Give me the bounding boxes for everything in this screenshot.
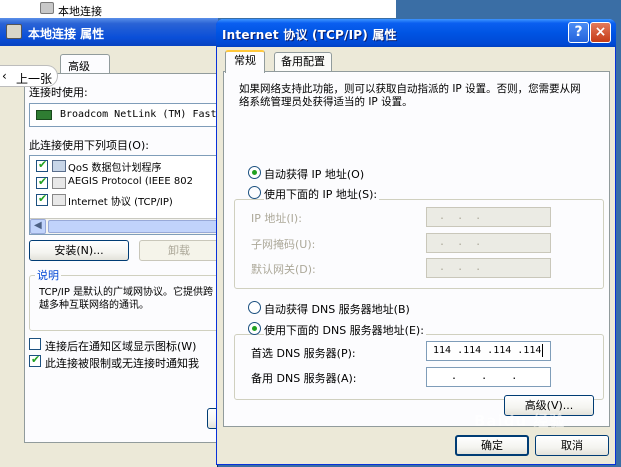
scroll-thumb[interactable] (48, 220, 218, 233)
items-label: 此连接使用下列项目(O): (29, 139, 149, 152)
tcpip-checkbox[interactable] (36, 192, 48, 206)
tab-advanced-label: 高级 (68, 60, 90, 73)
list-item-label: QoS 数据包计划程序 (68, 163, 162, 174)
aegis-checkbox[interactable] (36, 175, 48, 189)
list-item[interactable]: Internet 协议 (TCP/IP) (30, 192, 216, 208)
horizontal-scrollbar[interactable]: ◀ (30, 218, 218, 234)
adapter-chip-icon (36, 110, 52, 120)
network-adapter-icon (6, 24, 22, 39)
bg-general-panel: 连接时使用: Broadcom NetLink (TM) Fast 此连接使用下… (24, 73, 237, 443)
qos-icon (52, 160, 66, 172)
adapter-name: Broadcom NetLink (TM) Fast (60, 109, 217, 120)
auto-dns-label: 自动获得 DNS 服务器地址(B) (264, 303, 410, 316)
baidu-watermark: Baidu 经验 (474, 412, 566, 430)
dialog-title: Internet 协议 (TCP/IP) 属性 (222, 28, 397, 42)
chevron-left-icon: ‹ (2, 69, 7, 83)
ip-address-field[interactable]: . . . (426, 207, 551, 227)
description-title: 说明 (35, 267, 61, 283)
protocol-icon (52, 194, 66, 206)
default-gateway-label: 默认网关(D): (251, 263, 316, 276)
back-button-label: 上一张 (16, 72, 53, 86)
alternate-dns-field[interactable]: . . . (426, 367, 551, 387)
network-connection-icon (40, 2, 54, 14)
text-caret (542, 343, 544, 357)
tab-advanced[interactable]: 高级 (60, 54, 110, 74)
back-button[interactable]: ‹ 上一张 (0, 65, 58, 87)
tab-alternate-config[interactable]: 备用配置 (274, 52, 332, 72)
auto-ip-label: 自动获得 IP 地址(O) (264, 168, 365, 181)
explorer-strip: 本地连接 (0, 0, 396, 18)
list-item-label: Internet 协议 (TCP/IP) (68, 197, 173, 208)
ok-button[interactable]: 确定 (455, 435, 529, 456)
bg-window-titlebar[interactable]: 本地连接 属性 (0, 18, 218, 46)
show-icon-label: 连接后在通知区域显示图标(W) (45, 340, 197, 353)
manual-ip-label: 使用下面的 IP 地址(S): (264, 186, 380, 202)
scroll-left-button[interactable]: ◀ (30, 219, 46, 234)
alternate-dns-label: 备用 DNS 服务器(A): (251, 372, 357, 385)
adapter-box: Broadcom NetLink (TM) Fast (29, 103, 219, 127)
qos-checkbox[interactable] (36, 158, 48, 172)
tcpip-properties-dialog: Internet 协议 (TCP/IP) 属性 ? × 常规 备用配置 如果网络… (216, 19, 616, 465)
protocol-icon (52, 177, 66, 189)
default-gateway-field[interactable]: . . . (426, 258, 551, 278)
subnet-mask-label: 子网掩码(U): (251, 238, 316, 251)
ip-address-label: IP 地址(I): (251, 212, 302, 225)
bg-window-title: 本地连接 属性 (28, 27, 105, 41)
intro-text: 如果网络支持此功能，则可以获取自动指派的 IP 设置。否则，您需要从网络系统管理… (239, 83, 581, 108)
uninstall-button[interactable]: 卸载 (139, 240, 219, 261)
components-list[interactable]: QoS 数据包计划程序 AEGIS Protocol (IEEE 802 Int… (29, 155, 219, 235)
help-button[interactable]: ? (568, 22, 589, 43)
local-connection-item[interactable]: 本地连接 (58, 3, 102, 19)
auto-ip-radio[interactable] (248, 166, 261, 179)
list-item-label: AEGIS Protocol (IEEE 802 (68, 176, 193, 187)
install-button[interactable]: 安装(N)... (29, 240, 129, 261)
tab-general[interactable]: 常规 (225, 50, 265, 73)
general-panel: 如果网络支持此功能，则可以获取自动指派的 IP 设置。否则，您需要从网络系统管理… (223, 71, 610, 427)
manual-ip-radio[interactable] (248, 186, 261, 199)
list-item[interactable]: AEGIS Protocol (IEEE 802 (30, 175, 216, 191)
manual-dns-radio[interactable] (248, 322, 261, 335)
preferred-dns-value: 114 .114 .114 .114 (433, 345, 542, 356)
chevron-left-icon: ◀ (34, 220, 42, 231)
local-connection-properties-window: 本地连接 属性 高级 连接时使用: Broadcom NetLink (TM) … (0, 18, 237, 467)
manual-dns-label: 使用下面的 DNS 服务器地址(E): (264, 322, 426, 338)
dialog-titlebar[interactable]: Internet 协议 (TCP/IP) 属性 ? × (216, 19, 616, 47)
subnet-mask-field[interactable]: . . . (426, 233, 551, 253)
preferred-dns-field[interactable]: 114 .114 .114 .114 (426, 341, 551, 361)
notify-checkbox[interactable] (29, 353, 41, 367)
auto-dns-radio[interactable] (248, 301, 261, 314)
notify-label: 此连接被限制或无连接时通知我 (45, 357, 199, 370)
close-button[interactable]: × (590, 22, 611, 43)
description-text: TCP/IP 是默认的广域网协议。它提供跨越多种互联网络的通讯。 (39, 287, 214, 311)
preferred-dns-label: 首选 DNS 服务器(P): (251, 347, 356, 360)
list-item[interactable]: QoS 数据包计划程序 (30, 158, 216, 174)
show-icon-checkbox[interactable] (29, 338, 41, 350)
cancel-button[interactable]: 取消 (535, 435, 609, 456)
